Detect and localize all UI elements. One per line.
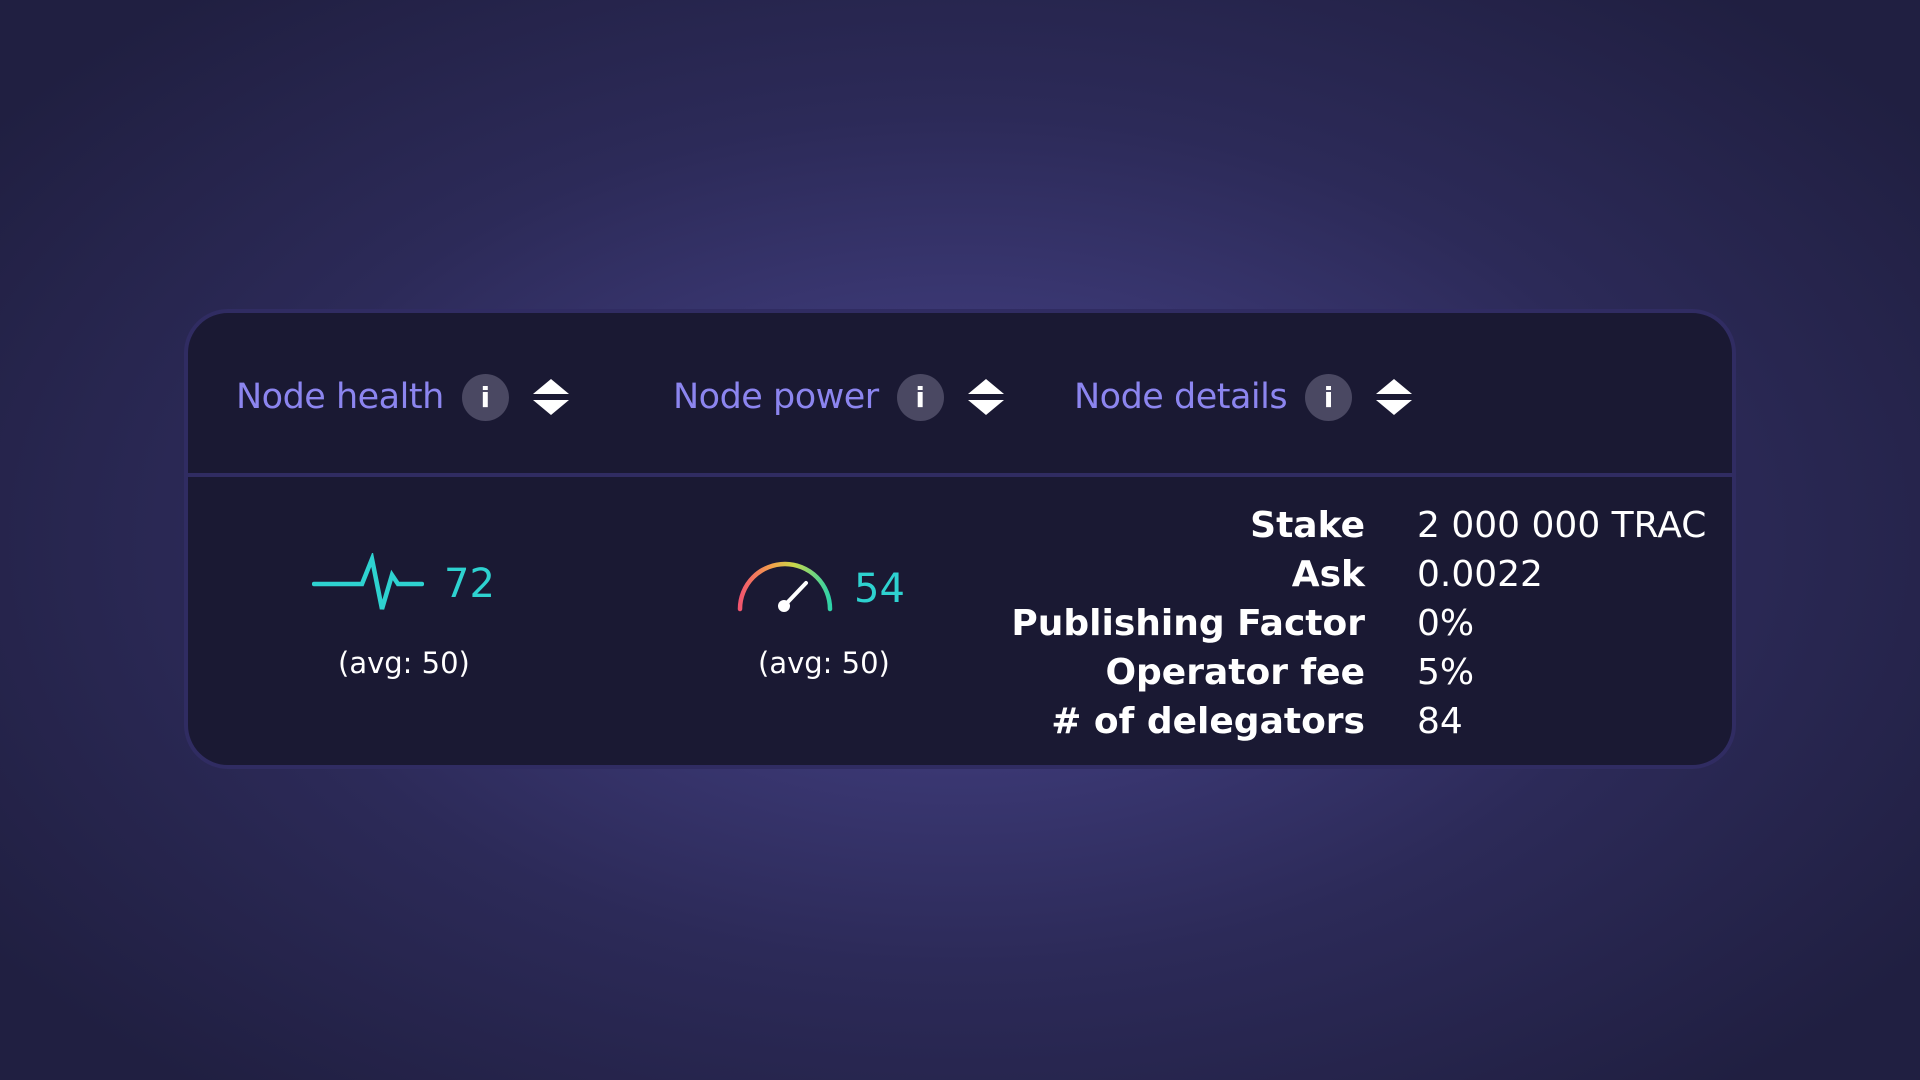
column-header-node-details: Node details i	[1074, 367, 1414, 427]
info-icon[interactable]: i	[896, 373, 944, 421]
info-icon[interactable]: i	[1305, 373, 1353, 421]
column-label-node-health: Node health	[236, 377, 444, 417]
detail-row-delegators: # of delegators 84	[188, 701, 1732, 750]
detail-row-ask: Ask 0.0022	[188, 554, 1732, 603]
detail-label: # of delegators	[1051, 701, 1365, 742]
detail-value: 0%	[1417, 603, 1475, 644]
detail-row-operator-fee: Operator fee 5%	[188, 652, 1732, 701]
detail-label: Ask	[1291, 554, 1365, 595]
detail-label: Publishing Factor	[1011, 603, 1365, 644]
detail-value: 0.0022	[1417, 554, 1543, 595]
column-label-node-details: Node details	[1074, 377, 1288, 417]
node-table-card: Node health i Node power i Node details …	[184, 309, 1736, 769]
detail-value: 84	[1417, 701, 1463, 742]
column-header-node-health: Node health i	[236, 367, 571, 427]
info-icon[interactable]: i	[461, 373, 509, 421]
detail-value: 2 000 000 TRAC	[1417, 505, 1707, 546]
sort-icon[interactable]	[531, 376, 571, 418]
column-header-node-power: Node power i	[673, 367, 1006, 427]
detail-row-publishing-factor: Publishing Factor 0%	[188, 603, 1732, 652]
detail-label: Stake	[1250, 505, 1365, 546]
header-divider	[188, 473, 1732, 477]
detail-row-stake: Stake 2 000 000 TRAC	[188, 505, 1732, 554]
table-header: Node health i Node power i Node details …	[188, 313, 1732, 477]
detail-label: Operator fee	[1105, 652, 1365, 693]
sort-icon[interactable]	[1374, 376, 1414, 418]
detail-value: 5%	[1417, 652, 1475, 693]
sort-icon[interactable]	[966, 376, 1006, 418]
column-label-node-power: Node power	[673, 377, 879, 417]
